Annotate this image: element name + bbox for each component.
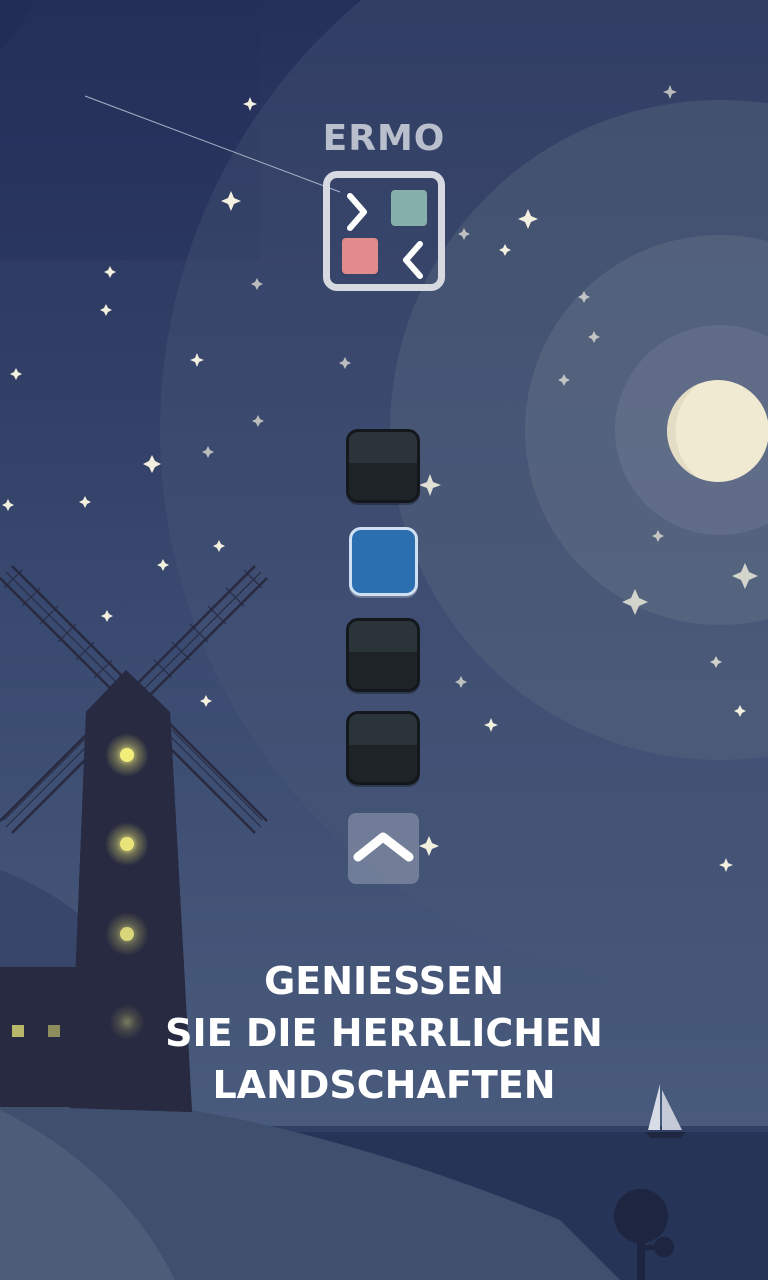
scroll-up-button[interactable]	[348, 813, 419, 884]
caption-line-2: SIE DIE HERRLICHEN LANDSCHAFTEN	[165, 1011, 603, 1107]
logo-teal-square	[391, 190, 427, 226]
game-logo	[323, 171, 445, 291]
game-title: ERMO	[322, 118, 446, 159]
level-tile-2-selected[interactable]	[349, 527, 418, 596]
level-tile-3[interactable]	[346, 618, 420, 692]
caption-line-1: GENIESSEN	[264, 959, 504, 1003]
logo-pink-square	[342, 238, 378, 274]
promo-caption: GENIESSEN SIE DIE HERRLICHEN LANDSCHAFTE…	[0, 955, 768, 1111]
chevron-right-icon	[347, 193, 367, 231]
level-tile-4[interactable]	[346, 711, 420, 785]
chevron-up-icon	[353, 832, 414, 862]
chevron-left-icon	[403, 241, 423, 279]
level-tile-1[interactable]	[346, 429, 420, 503]
